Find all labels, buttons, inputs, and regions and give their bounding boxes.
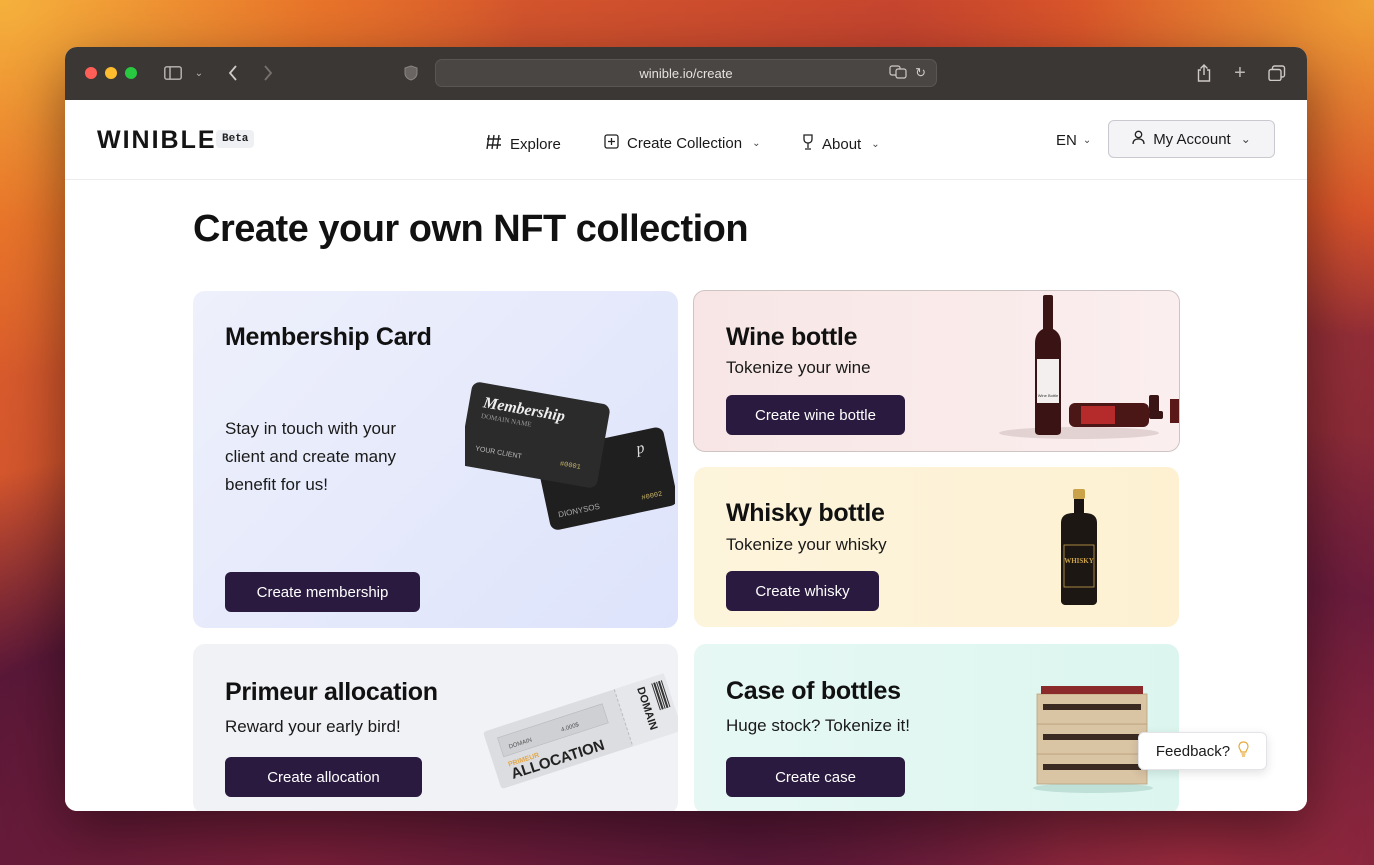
nav-about-label: About: [822, 135, 862, 153]
whisky-title: Whisky bottle: [726, 499, 885, 527]
create-allocation-button[interactable]: Create allocation: [225, 757, 422, 797]
create-membership-button[interactable]: Create membership: [225, 572, 420, 612]
new-tab-icon[interactable]: +: [1231, 62, 1249, 84]
address-bar[interactable]: winible.io/create ↻: [435, 59, 937, 87]
web-page: WINIBLE Beta Explore Create Collection ⌄: [65, 100, 1307, 811]
whisky-subtitle: Tokenize your whisky: [726, 535, 887, 554]
whisky-bottle-card: Whisky bottle Tokenize your whisky Creat…: [694, 467, 1179, 627]
primeur-title: Primeur allocation: [225, 678, 438, 706]
reload-icon[interactable]: ↻: [915, 65, 926, 82]
language-label: EN: [1056, 132, 1077, 149]
case-title: Case of bottles: [726, 677, 901, 705]
wine-subtitle: Tokenize your wine: [726, 358, 871, 377]
wine-title: Wine bottle: [726, 323, 858, 351]
create-wine-bottle-button[interactable]: Create wine bottle: [726, 395, 905, 435]
chevron-down-icon[interactable]: ⌄: [193, 62, 205, 84]
nav-create-collection[interactable]: Create Collection ⌄: [604, 134, 760, 153]
language-selector[interactable]: EN ⌄: [1056, 132, 1091, 149]
privacy-shield-icon[interactable]: [403, 62, 419, 84]
membership-card: Membership Card Stay in touch with your …: [193, 291, 678, 628]
nav-create-collection-label: Create Collection: [627, 135, 743, 152]
page-title: Create your own NFT collection: [193, 208, 749, 250]
my-account-label: My Account: [1153, 130, 1231, 148]
wine-label-text: Wine Bottle: [1038, 393, 1059, 398]
primeur-subtitle: Reward your early bird!: [225, 717, 401, 736]
browser-window: ⌄ winible.io/create ↻ + WINIBLE Beta Exp…: [65, 47, 1307, 811]
my-account-button[interactable]: My Account ⌄: [1108, 120, 1275, 158]
whisky-bottle-image: WHISKY: [1061, 489, 1097, 605]
forward-icon[interactable]: [260, 62, 276, 84]
membership-cards-image: p DIONYSOS #0002 Membership DOMAIN NAME …: [465, 382, 675, 530]
chevron-down-icon: ⌄: [1082, 135, 1092, 146]
create-whisky-button[interactable]: Create whisky: [726, 571, 879, 611]
feedback-button[interactable]: Feedback?: [1138, 732, 1267, 770]
grid-icon: [486, 134, 502, 154]
close-window-button[interactable]: [85, 67, 97, 79]
sidebar-toggle-icon[interactable]: [163, 62, 183, 84]
case-of-bottles-card: Case of bottles Huge stock? Tokenize it!…: [694, 644, 1179, 811]
user-icon: [1132, 130, 1145, 149]
membership-title: Membership Card: [225, 323, 432, 351]
feedback-label: Feedback?: [1155, 742, 1231, 760]
primeur-allocation-card: Primeur allocation Reward your early bir…: [193, 644, 678, 811]
nav-explore[interactable]: Explore: [486, 134, 561, 154]
share-icon[interactable]: [1195, 62, 1213, 84]
wine-bottle-card: Wine bottle Tokenize your wine Create wi…: [693, 290, 1180, 452]
chevron-down-icon: ⌄: [871, 138, 880, 150]
nav-explore-label: Explore: [510, 135, 561, 153]
wine-glass-icon: [802, 134, 814, 154]
membership-description: Stay in touch with your client and creat…: [225, 419, 397, 494]
wine-bottle-image: Wine Bottle: [999, 295, 1179, 439]
whisky-label-text: WHISKY: [1064, 557, 1094, 565]
browser-toolbar: ⌄ winible.io/create ↻ +: [65, 47, 1307, 100]
back-icon[interactable]: [225, 62, 241, 84]
create-case-button[interactable]: Create case: [726, 757, 905, 797]
allocation-ticket-image: DOMAIN 4.000$ PRIMEUR ALLOCATION DOMAIN: [483, 673, 678, 789]
minimize-window-button[interactable]: [105, 67, 117, 79]
translate-icon[interactable]: [889, 65, 907, 82]
tabs-overview-icon[interactable]: [1268, 62, 1286, 84]
site-header: WINIBLE Beta Explore Create Collection ⌄: [65, 100, 1307, 180]
url-text: winible.io/create: [639, 65, 733, 81]
site-logo[interactable]: WINIBLE: [97, 126, 217, 155]
chevron-down-icon: ⌄: [752, 138, 761, 149]
case-subtitle: Huge stock? Tokenize it!: [726, 716, 910, 735]
lightbulb-icon: [1238, 741, 1249, 761]
zoom-window-button[interactable]: [125, 67, 137, 79]
add-box-icon: [604, 134, 619, 153]
beta-badge: Beta: [216, 130, 255, 148]
chevron-down-icon: ⌄: [1240, 132, 1251, 146]
nav-about[interactable]: About ⌄: [802, 134, 880, 154]
